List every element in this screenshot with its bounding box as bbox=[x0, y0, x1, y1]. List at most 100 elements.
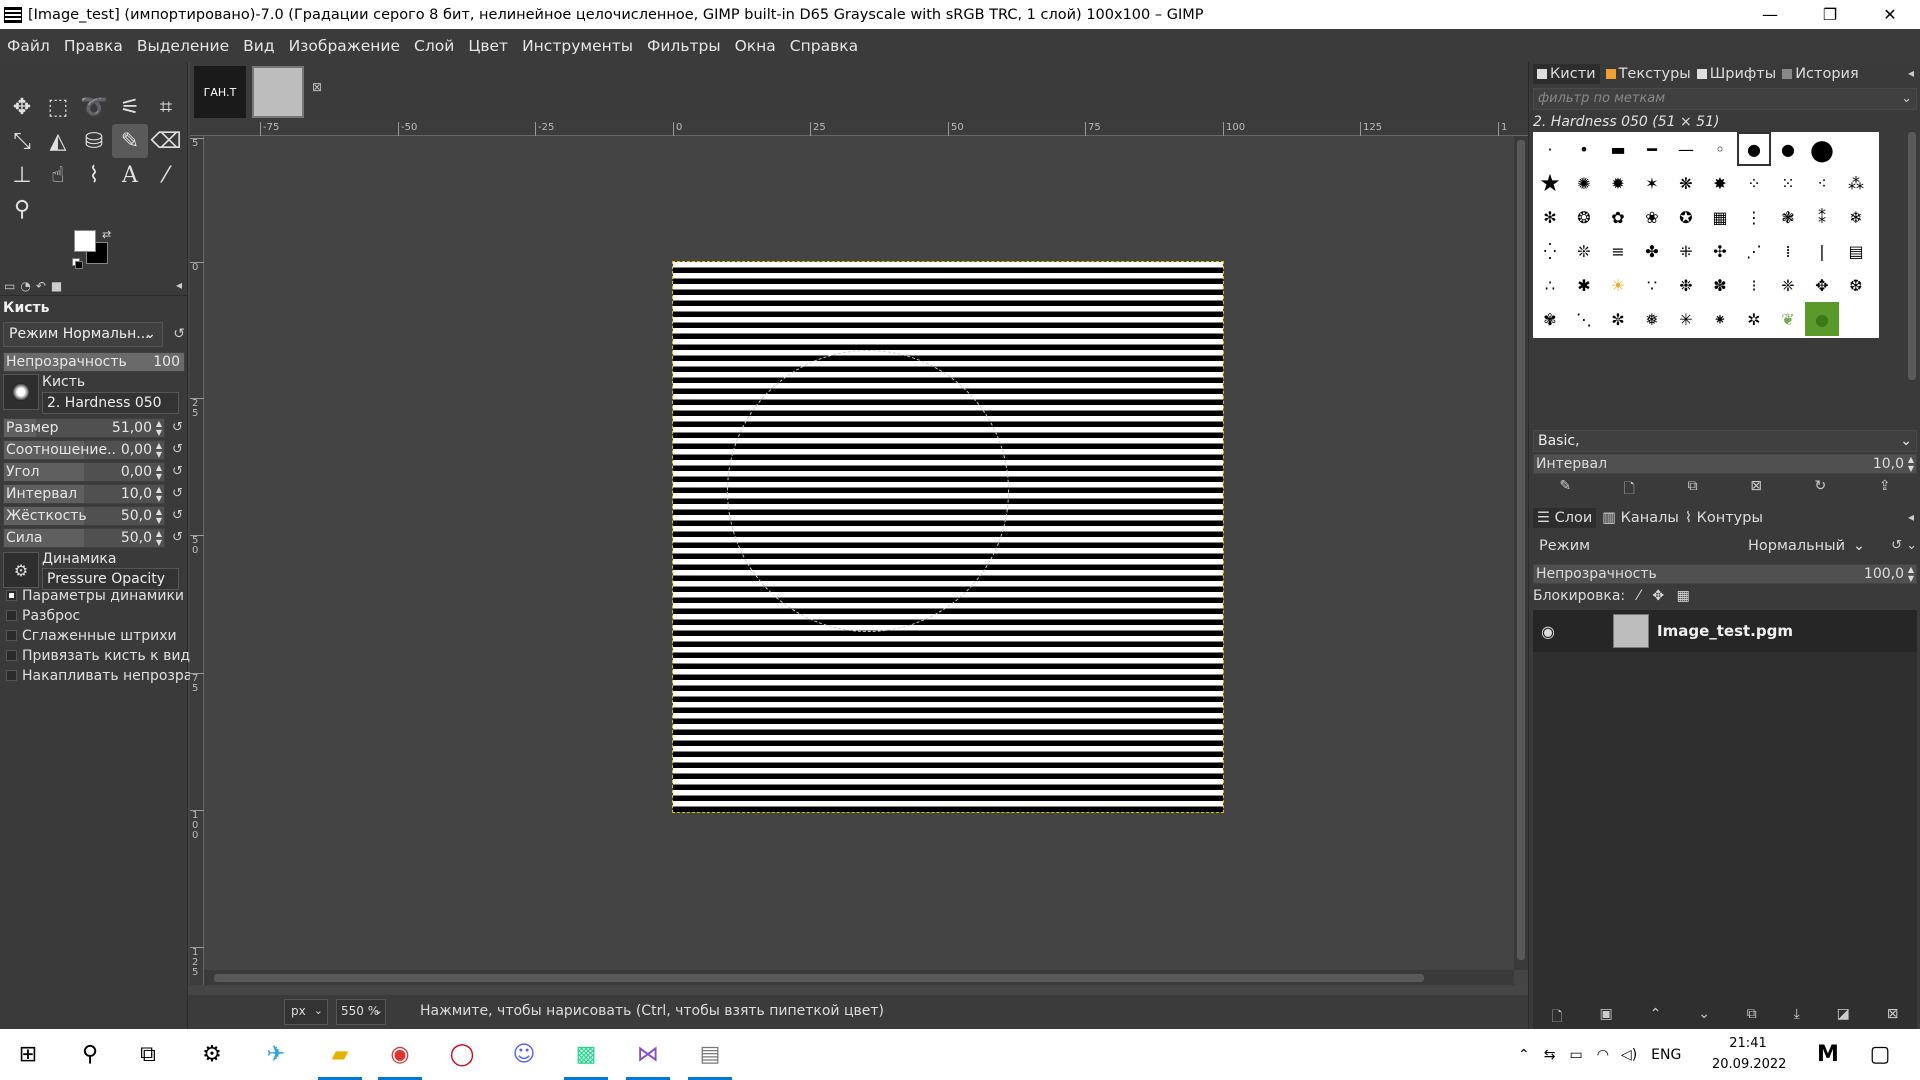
brush-item[interactable]: ✱ bbox=[1567, 268, 1601, 302]
reset-spacing-icon[interactable]: ↺ bbox=[172, 486, 183, 501]
duplicate-brush-icon[interactable]: ⧉ bbox=[1688, 478, 1698, 502]
reset-colors-icon[interactable] bbox=[72, 258, 83, 269]
tab-brushes[interactable]: Кисти bbox=[1533, 64, 1600, 84]
brush-item[interactable]: ⁕ bbox=[1703, 302, 1737, 336]
image-tab-2[interactable] bbox=[252, 66, 304, 118]
brush-item[interactable]: ✼ bbox=[1601, 302, 1635, 336]
brush-item[interactable]: ▬ bbox=[1601, 132, 1635, 166]
brush-item[interactable]: ━ bbox=[1635, 132, 1669, 166]
menu-view[interactable]: Вид bbox=[236, 37, 281, 55]
hardness-spin[interactable]: Жёсткость 50,0 ▲ ▼ bbox=[3, 506, 165, 526]
tab-paths[interactable]: ⌇ Контуры bbox=[1685, 510, 1763, 526]
minimize-button[interactable]: — bbox=[1740, 0, 1800, 29]
menu-select[interactable]: Выделение bbox=[130, 37, 236, 55]
gimp-taskbar-icon[interactable]: ▤ bbox=[682, 1029, 738, 1080]
edit-brush-icon[interactable]: ✎ bbox=[1559, 478, 1571, 502]
brush-item[interactable]: ❋ bbox=[1669, 166, 1703, 200]
battery-icon[interactable]: ▭ bbox=[1569, 1047, 1582, 1063]
brush-item[interactable]: ⁑ bbox=[1805, 200, 1839, 234]
crop-tool-icon[interactable]: ⌗ bbox=[148, 90, 184, 124]
brush-item[interactable]: ⋱ bbox=[1567, 302, 1601, 336]
brush-item[interactable]: ● bbox=[1771, 132, 1805, 166]
brush-item[interactable]: ✳ bbox=[1669, 302, 1703, 336]
dock-menu-icon[interactable]: ◂ bbox=[1908, 66, 1914, 80]
transform-tool-icon[interactable]: ⤡ bbox=[4, 124, 40, 158]
clion-icon[interactable]: ▩ bbox=[558, 1029, 614, 1080]
eraser-tool-icon[interactable]: ⌫ bbox=[148, 124, 184, 158]
reset-angle-icon[interactable]: ↺ bbox=[172, 464, 183, 479]
move-tool-icon[interactable]: ✥ bbox=[4, 90, 40, 124]
menu-edit[interactable]: Правка bbox=[57, 37, 130, 55]
refresh-brushes-icon[interactable]: ↻ bbox=[1815, 478, 1827, 502]
brush-item[interactable]: ✶ bbox=[1635, 166, 1669, 200]
brush-item[interactable]: ✥ bbox=[1805, 268, 1839, 302]
clock[interactable]: 21:41 20.09.2022 bbox=[1712, 1033, 1786, 1075]
brush-item[interactable]: ✹ bbox=[1601, 166, 1635, 200]
new-layer-group-icon[interactable]: ▣ bbox=[1600, 1006, 1613, 1030]
menu-filters[interactable]: Фильтры bbox=[640, 37, 728, 55]
unit-select[interactable]: px ⌄ bbox=[284, 999, 328, 1025]
angle-spin[interactable]: Угол 0,00 ▲ ▼ bbox=[3, 462, 165, 482]
brush-item[interactable]: ❆ bbox=[1839, 268, 1873, 302]
duplicate-layer-icon[interactable]: ⧉ bbox=[1747, 1006, 1757, 1030]
brush-item[interactable]: — bbox=[1669, 132, 1703, 166]
eye-icon[interactable]: ◉ bbox=[1541, 622, 1563, 641]
opera-icon[interactable]: ◯ bbox=[434, 1029, 490, 1080]
brush-item[interactable]: ⁞ bbox=[1771, 234, 1805, 268]
tab-channels[interactable]: ▥ Каналы bbox=[1602, 510, 1679, 526]
warp-tool-icon[interactable]: ◭ bbox=[40, 124, 76, 158]
brush-item[interactable]: ⋮ bbox=[1737, 200, 1771, 234]
vertical-scroll-thumb[interactable] bbox=[1517, 140, 1525, 960]
layer-mode-select[interactable]: Нормальный ⌄ bbox=[1713, 534, 1869, 560]
brush-item[interactable]: ☀ bbox=[1601, 268, 1635, 302]
brush-tag-select[interactable]: Basic, ⌄ bbox=[1533, 430, 1917, 452]
app-settings-icon[interactable]: ⚙ bbox=[184, 1029, 240, 1080]
tab-menu-icon[interactable]: ◂ bbox=[176, 278, 182, 292]
brush-preview[interactable] bbox=[3, 374, 39, 410]
tab-layers[interactable]: ☰ Слои bbox=[1533, 508, 1597, 528]
zoom-tool-icon[interactable]: ⚲ bbox=[4, 192, 40, 226]
bucket-fill-tool-icon[interactable]: ⛁ bbox=[76, 124, 112, 158]
brush-interval-spin[interactable]: Интервал 10,0 ▲ ▼ bbox=[1533, 454, 1917, 474]
reset-ratio-icon[interactable]: ↺ bbox=[172, 442, 183, 457]
chrome-icon[interactable]: ◉ bbox=[372, 1029, 428, 1080]
brush-item[interactable]: ★ bbox=[1533, 166, 1567, 200]
volume-icon[interactable]: ◁) bbox=[1621, 1047, 1637, 1063]
brush-item[interactable]: ✻ bbox=[1533, 200, 1567, 234]
language-indicator[interactable]: ENG bbox=[1651, 1047, 1681, 1063]
tool-options-tab-icon[interactable]: ▭ bbox=[4, 279, 15, 293]
brush-item[interactable]: ▦ bbox=[1703, 200, 1737, 234]
brush-item[interactable]: ❊ bbox=[1567, 234, 1601, 268]
close-tab-icon[interactable]: ⊠ bbox=[312, 80, 322, 94]
brush-item[interactable]: ⁂ bbox=[1839, 166, 1873, 200]
brush-item[interactable]: ✣ bbox=[1703, 234, 1737, 268]
close-button[interactable]: ✕ bbox=[1860, 0, 1920, 29]
brush-item[interactable]: ✾ bbox=[1533, 302, 1567, 336]
app-indicator-icon[interactable]: M bbox=[1800, 1029, 1856, 1080]
reset-force-icon[interactable]: ↺ bbox=[172, 530, 183, 545]
mode-select[interactable]: Режим Нормальн... ⌄ bbox=[3, 322, 163, 347]
brush-item[interactable]: ⋰ bbox=[1737, 234, 1771, 268]
dock-menu-icon[interactable]: ◂ bbox=[1908, 510, 1914, 524]
visual-studio-icon[interactable]: ⋈ bbox=[620, 1029, 676, 1080]
lock-pixels-icon[interactable]: ⁄ bbox=[1638, 588, 1640, 604]
brush-item[interactable]: • bbox=[1567, 132, 1601, 166]
open-brush-icon[interactable]: ⇪ bbox=[1879, 478, 1891, 502]
brush-item[interactable]: · bbox=[1533, 132, 1567, 166]
layer-opacity-spin[interactable]: Непрозрачность 100,0 ▲ ▼ bbox=[1533, 564, 1917, 584]
maximize-button[interactable]: ❐ bbox=[1800, 0, 1860, 29]
brush-item[interactable]: ⁖ bbox=[1805, 166, 1839, 200]
menu-colors[interactable]: Цвет bbox=[461, 37, 515, 55]
dynamics-options-toggle[interactable]: Параметры динамики bbox=[6, 588, 184, 604]
force-spin[interactable]: Сила 50,0 ▲ ▼ bbox=[3, 528, 165, 548]
brush-grid-scrollbar[interactable] bbox=[1908, 132, 1916, 380]
brush-item[interactable]: ❂ bbox=[1567, 200, 1601, 234]
horizontal-scroll-thumb[interactable] bbox=[214, 974, 1424, 982]
network-switch-icon[interactable]: ⇆ bbox=[1544, 1047, 1556, 1063]
brush-item[interactable]: ✸ bbox=[1703, 166, 1737, 200]
brush-item[interactable]: ❄ bbox=[1839, 200, 1873, 234]
brush-item[interactable]: ✲ bbox=[1737, 302, 1771, 336]
new-layer-icon[interactable]: 🗋 bbox=[1551, 1006, 1562, 1030]
free-select-tool-icon[interactable]: ➰ bbox=[76, 90, 112, 124]
incremental-checkbox[interactable]: Накапливать непрозрачн bbox=[6, 668, 210, 684]
